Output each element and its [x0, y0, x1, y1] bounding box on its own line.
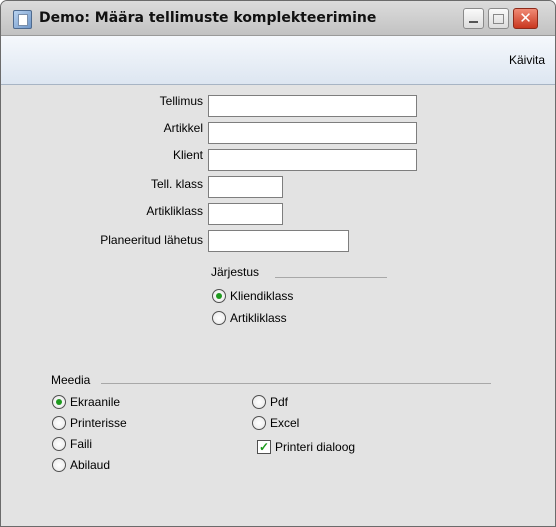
radio-selected-icon: [52, 395, 66, 409]
planeeritud-lahetus-field[interactable]: [208, 230, 349, 252]
app-icon: [13, 10, 32, 29]
checkmark-icon: ✓: [257, 440, 271, 454]
radio-pdf-label: Pdf: [270, 395, 289, 409]
radio-unselected-icon: [252, 395, 266, 409]
radio-artikliklass[interactable]: Artikliklass: [212, 311, 287, 325]
radio-faili[interactable]: Faili: [52, 437, 92, 451]
radio-abilaud[interactable]: Abilaud: [52, 458, 110, 472]
tellimus-field[interactable]: [208, 95, 417, 117]
klient-field[interactable]: [208, 149, 417, 171]
close-icon: ✕: [519, 9, 532, 27]
form-area: Tellimus Artikkel Klient Tell. klass Art…: [1, 85, 555, 526]
media-heading: Meedia: [51, 373, 91, 387]
media-divider: [101, 383, 491, 384]
klient-label: Klient: [172, 148, 203, 162]
radio-artikliklass-label: Artikliklass: [230, 311, 287, 325]
tellimus-label: Tellimus: [159, 94, 203, 108]
order-heading: Järjestus: [211, 265, 260, 279]
tell-klass-field[interactable]: [208, 176, 283, 198]
radio-printerisse[interactable]: Printerisse: [52, 416, 127, 430]
radio-printerisse-label: Printerisse: [70, 416, 127, 430]
artikkel-label: Artikkel: [163, 121, 203, 135]
radio-unselected-icon: [52, 416, 66, 430]
run-button[interactable]: Käivita: [509, 53, 545, 67]
radio-unselected-icon: [52, 437, 66, 451]
radio-kliendiklass[interactable]: Kliendiklass: [212, 289, 293, 303]
artikkel-field[interactable]: [208, 122, 417, 144]
minimize-icon: [469, 21, 478, 23]
order-divider: [275, 277, 387, 278]
radio-ekraanile[interactable]: Ekraanile: [52, 395, 120, 409]
radio-selected-icon: [212, 289, 226, 303]
radio-unselected-icon: [52, 458, 66, 472]
minimize-button[interactable]: [463, 8, 484, 29]
printer-dialog-checkbox[interactable]: ✓ Printeri dialoog: [257, 440, 355, 454]
radio-pdf[interactable]: Pdf: [252, 395, 288, 409]
radio-excel-label: Excel: [270, 416, 300, 430]
window-title: Demo: Määra tellimuste komplekteerimine: [39, 10, 377, 26]
maximize-icon: [493, 14, 504, 24]
artikliklass-field[interactable]: [208, 203, 283, 225]
title-bar[interactable]: Demo: Määra tellimuste komplekteerimine …: [1, 1, 555, 36]
radio-unselected-icon: [252, 416, 266, 430]
maximize-button[interactable]: [488, 8, 509, 29]
radio-unselected-icon: [212, 311, 226, 325]
radio-ekraanile-label: Ekraanile: [70, 395, 121, 409]
planeeritud-lahetus-label: Planeeritud lähetus: [100, 233, 203, 247]
radio-abilaud-label: Abilaud: [70, 458, 111, 472]
radio-faili-label: Faili: [70, 437, 93, 451]
tell-klass-label: Tell. klass: [150, 177, 203, 191]
radio-excel[interactable]: Excel: [252, 416, 299, 430]
toolbar: Käivita: [1, 36, 555, 85]
radio-kliendiklass-label: Kliendiklass: [230, 289, 294, 303]
app-window: Demo: Määra tellimuste komplekteerimine …: [0, 0, 556, 527]
artikliklass-label: Artikliklass: [146, 204, 203, 218]
printer-dialog-label: Printeri dialoog: [275, 440, 356, 454]
close-button[interactable]: ✕: [513, 8, 538, 29]
